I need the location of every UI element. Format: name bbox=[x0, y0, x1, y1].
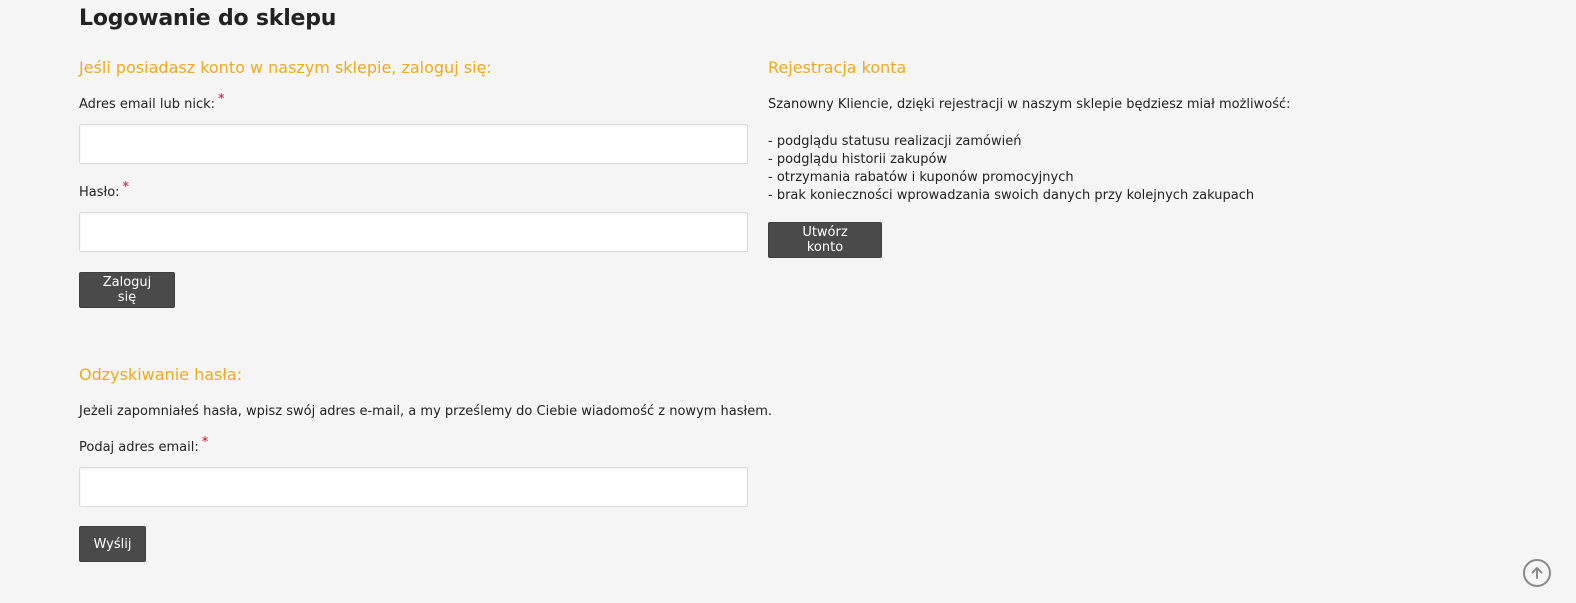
recovery-description: Jeżeli zapomniałeś hasła, wpisz swój adr… bbox=[79, 404, 773, 419]
login-password-label: Hasło: * bbox=[79, 180, 129, 200]
list-item: - podglądu historii zakupów bbox=[768, 152, 948, 167]
recovery-email-label-text: Podaj adres email: bbox=[79, 440, 199, 455]
list-item: - brak konieczności wprowadzania swoich … bbox=[768, 188, 1255, 203]
recovery-heading: Odzyskiwanie hasła: bbox=[79, 365, 243, 384]
login-email-label: Adres email lub nick: * bbox=[79, 92, 225, 112]
login-email-label-text: Adres email lub nick: bbox=[79, 97, 216, 112]
required-asterisk: * bbox=[122, 180, 130, 195]
recovery-email-label: Podaj adres email: * bbox=[79, 435, 208, 455]
register-intro: Szanowny Kliencie, dzięki rejestracji w … bbox=[768, 97, 1291, 112]
create-account-button[interactable]: Utwórz konto bbox=[768, 222, 882, 258]
list-item: - otrzymania rabatów i kuponów promocyjn… bbox=[768, 170, 1074, 185]
recovery-email-input[interactable] bbox=[79, 467, 748, 507]
register-heading: Rejestracja konta bbox=[768, 58, 907, 77]
page-title: Logowanie do sklepu bbox=[79, 6, 337, 31]
login-password-input[interactable] bbox=[79, 212, 748, 252]
send-button[interactable]: Wyślij bbox=[79, 526, 146, 562]
login-button[interactable]: Zaloguj się bbox=[79, 272, 175, 308]
required-asterisk: * bbox=[218, 92, 225, 107]
arrow-up-circle-icon bbox=[1531, 567, 1543, 579]
login-password-label-text: Hasło: bbox=[79, 185, 120, 200]
register-benefits-list: - podglądu statusu realizacji zamówień -… bbox=[768, 133, 1254, 205]
scroll-to-top-button[interactable] bbox=[1523, 559, 1551, 587]
login-email-input[interactable] bbox=[79, 124, 748, 164]
login-heading: Jeśli posiadasz konto w naszym sklepie, … bbox=[79, 58, 492, 77]
list-item: - podglądu statusu realizacji zamówień bbox=[768, 134, 1022, 149]
required-asterisk: * bbox=[201, 435, 209, 450]
